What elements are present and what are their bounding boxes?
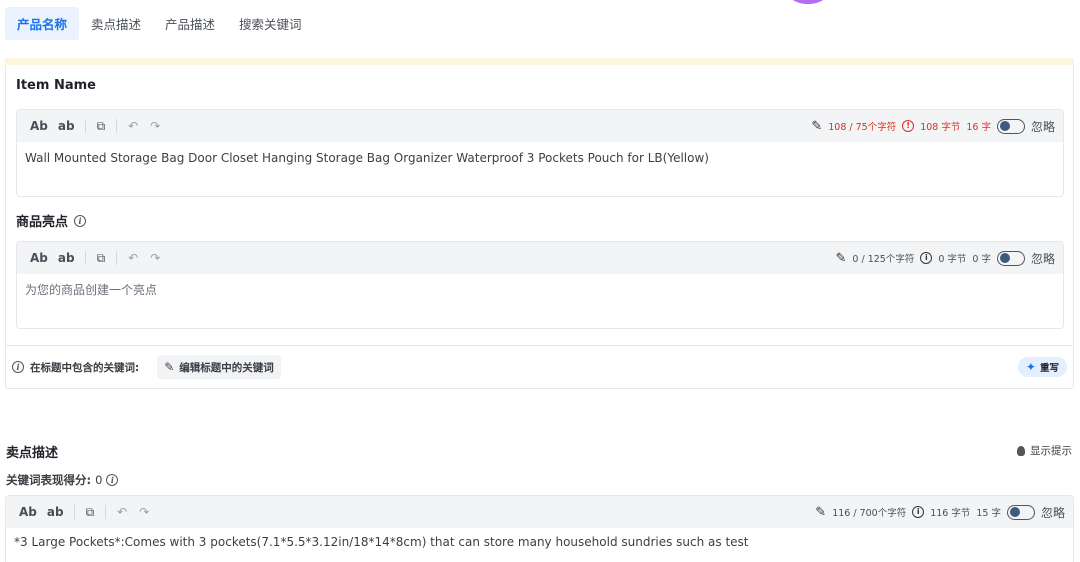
tab-product-description[interactable]: 产品描述 — [153, 7, 227, 40]
ignore-label: 忽略 — [1030, 119, 1055, 134]
pencil-icon: ✎ — [835, 250, 847, 266]
info-icon[interactable]: i — [74, 214, 87, 227]
item-name-toolbar: Ab ab ⧉ ↶ ↷ ✎ 108 / 75个字符 ! 108 字节 16 字 … — [17, 110, 1063, 142]
ignore-toggle[interactable] — [996, 250, 1025, 266]
ignore-label: 忽略 — [1040, 505, 1065, 520]
show-hints-button[interactable]: 显示提示 — [1017, 443, 1072, 458]
ignore-toggle[interactable] — [996, 118, 1025, 134]
pencil-icon: ✎ — [164, 360, 175, 374]
undo-icon[interactable]: ↶ — [111, 505, 133, 519]
toolbar-divider — [84, 251, 86, 265]
ignore-toggle[interactable] — [1006, 504, 1035, 520]
keywords-row: i 在标题中包含的关键词: ✎ 编辑标题中的关键词 ✦ 重写 — [6, 345, 1073, 388]
highlight-editor: Ab ab ⧉ ↶ ↷ ✎ 0 / 125个字符 i 0 字节 0 字 忽略 为… — [16, 241, 1064, 329]
tab-selling-points[interactable]: 卖点描述 — [79, 7, 153, 40]
highlight-toolbar: Ab ab ⧉ ↶ ↷ ✎ 0 / 125个字符 i 0 字节 0 字 忽略 — [17, 242, 1063, 274]
char-count: 116 / 700个字符 — [832, 508, 907, 519]
keywords-label: i 在标题中包含的关键词: — [12, 360, 139, 375]
word-count: 0 字 — [972, 254, 991, 265]
highlight-stats: ✎ 0 / 125个字符 i 0 字节 0 字 忽略 — [836, 250, 1064, 267]
item-name-input[interactable]: Wall Mounted Storage Bag Door Closet Han… — [17, 142, 1063, 176]
capitalize-button[interactable]: Ab — [25, 119, 53, 133]
selling-points-stats: ✎ 116 / 700个字符 i 116 字节 15 字 忽略 — [815, 504, 1073, 521]
byte-count: 108 字节 — [920, 122, 961, 133]
highlight-title-text: 商品亮点 — [16, 215, 69, 230]
copy-icon[interactable]: ⧉ — [91, 119, 112, 134]
info-icon: i — [12, 361, 24, 373]
byte-count: 0 字节 — [938, 254, 967, 265]
word-count: 16 字 — [966, 122, 991, 133]
capitalize-button[interactable]: Ab — [14, 505, 42, 519]
undo-icon[interactable]: ↶ — [122, 119, 144, 133]
highlight-input[interactable]: 为您的商品创建一个亮点 — [17, 274, 1063, 308]
undo-icon[interactable]: ↶ — [122, 251, 144, 265]
copy-icon[interactable]: ⧉ — [80, 505, 101, 520]
pencil-icon: ✎ — [811, 118, 823, 134]
tab-search-keywords[interactable]: 搜索关键词 — [227, 7, 314, 40]
edit-keywords-label: 编辑标题中的关键词 — [179, 361, 274, 374]
copy-icon[interactable]: ⧉ — [91, 251, 112, 266]
tab-bar: 产品名称 卖点描述 产品描述 搜索关键词 — [5, 7, 314, 40]
lowercase-button[interactable]: ab — [53, 119, 80, 133]
info-icon[interactable]: i — [106, 474, 119, 486]
warning-icon: ! — [902, 120, 915, 132]
show-hints-label: 显示提示 — [1030, 445, 1072, 457]
toolbar-divider — [116, 251, 118, 265]
rewrite-label: 重写 — [1039, 363, 1059, 374]
item-name-editor: Ab ab ⧉ ↶ ↷ ✎ 108 / 75个字符 ! 108 字节 16 字 … — [16, 109, 1064, 197]
capitalize-button[interactable]: Ab — [25, 251, 53, 265]
toolbar-divider — [73, 505, 75, 519]
notice-strip — [5, 58, 1074, 65]
tab-product-name[interactable]: 产品名称 — [5, 7, 80, 40]
redo-icon[interactable]: ↷ — [144, 119, 166, 133]
redo-icon[interactable]: ↷ — [144, 251, 166, 265]
avatar-partial — [790, 0, 826, 4]
word-count: 15 字 — [976, 508, 1001, 519]
toolbar-divider — [105, 505, 107, 519]
redo-icon[interactable]: ↷ — [133, 505, 155, 519]
item-name-stats: ✎ 108 / 75个字符 ! 108 字节 16 字 忽略 — [811, 118, 1063, 135]
ignore-label: 忽略 — [1030, 251, 1055, 266]
byte-count: 116 字节 — [930, 508, 971, 519]
lowercase-button[interactable]: ab — [53, 251, 80, 265]
sparkle-icon: ✦ — [1025, 360, 1036, 374]
info-icon: i — [920, 252, 933, 264]
toolbar-divider — [84, 119, 86, 133]
keyword-score-label: 关键词表现得分: — [6, 473, 92, 487]
pencil-icon: ✎ — [815, 504, 827, 520]
selling-point-input[interactable]: *3 Large Pockets*:Comes with 3 pockets(7… — [6, 528, 1073, 558]
char-count: 108 / 75个字符 — [828, 122, 897, 133]
selling-points-editor: Ab ab ⧉ ↶ ↷ ✎ 116 / 700个字符 i 116 字节 15 字… — [5, 495, 1074, 562]
selling-points-title: 卖点描述 — [6, 446, 59, 461]
keyword-score-value: 0 — [95, 473, 103, 487]
highlight-title: 商品亮点 i — [16, 211, 87, 230]
toolbar-divider — [116, 119, 118, 133]
char-count: 0 / 125个字符 — [852, 254, 915, 265]
bulb-icon — [1017, 445, 1025, 456]
keywords-label-text: 在标题中包含的关键词: — [30, 361, 140, 374]
selling-points-toolbar: Ab ab ⧉ ↶ ↷ ✎ 116 / 700个字符 i 116 字节 15 字… — [6, 496, 1073, 528]
title-card: Item Name Ab ab ⧉ ↶ ↷ ✎ 108 / 75个字符 ! 10… — [5, 65, 1074, 389]
lowercase-button[interactable]: ab — [42, 505, 69, 519]
keyword-score: 关键词表现得分: 0 i — [6, 472, 119, 488]
edit-title-keywords-button[interactable]: ✎ 编辑标题中的关键词 — [157, 355, 281, 379]
item-name-title: Item Name — [16, 78, 96, 93]
rewrite-button[interactable]: ✦ 重写 — [1017, 357, 1067, 377]
info-icon: i — [912, 506, 925, 518]
